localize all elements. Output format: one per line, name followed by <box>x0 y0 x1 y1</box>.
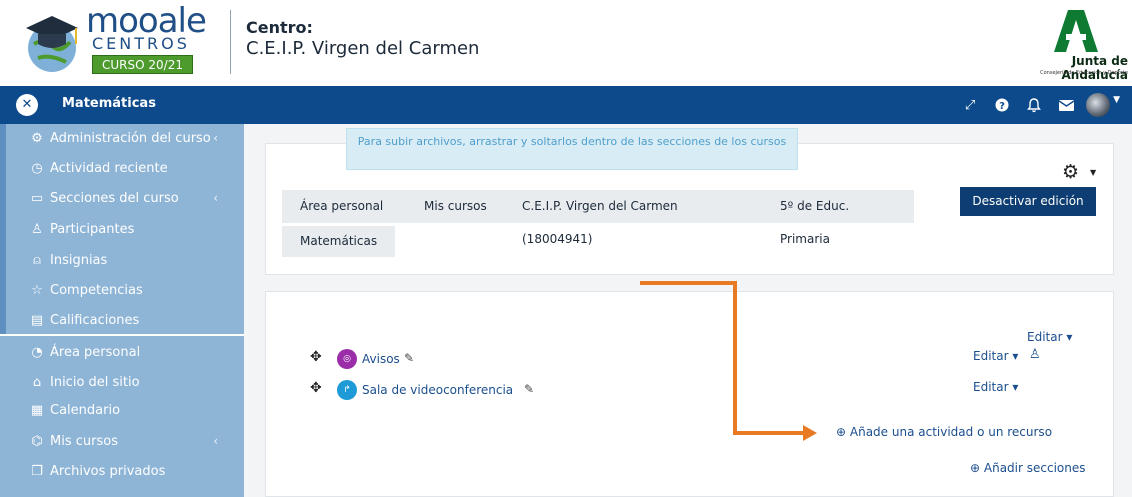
breadcrumb-ceip[interactable]: C.E.I.P. Virgen del Carmen (18004941) <box>504 190 762 246</box>
annotation-arrow-segment <box>733 281 737 434</box>
help-icon[interactable]: ? <box>986 92 1018 118</box>
bell-icon[interactable] <box>1018 92 1050 118</box>
sidebar-item-administracion[interactable]: ⚙ Administración del curso ‹ <box>28 124 238 152</box>
breadcrumb-primaria[interactable]: 5º de Educ. Primaria <box>762 190 914 246</box>
grades-icon: ▤ <box>30 312 44 328</box>
graduation-cap-globe-icon <box>26 16 78 72</box>
user-menu-caret-icon[interactable]: ▼ <box>1113 95 1120 105</box>
move-icon[interactable]: ✥ <box>310 349 322 365</box>
junta-subtitle: Consejería de Educación y Deporte <box>1040 70 1128 76</box>
junta-andalucia-logo[interactable]: Junta de Andalucía Consejería de Educaci… <box>1018 10 1128 82</box>
plus-circle-icon: ⊕ <box>970 461 984 475</box>
person-icon[interactable]: ♙ <box>1029 347 1041 362</box>
folder-icon: ▭ <box>30 190 44 206</box>
star-icon: ☆ <box>31 282 43 298</box>
sidebar-item-area-personal[interactable]: ◔ Área personal <box>28 338 238 366</box>
sidebar-item-label: Archivos privados <box>50 463 166 479</box>
sidebar-item-label: Inicio del sitio <box>50 374 140 390</box>
gears-icon: ⚙ <box>31 130 43 146</box>
users-icon: ♙ <box>31 221 43 237</box>
sidebar-item-label: Secciones del curso <box>50 190 179 206</box>
annotation-arrow-head-icon <box>803 425 817 441</box>
sidebar-item-inicio-sitio[interactable]: ⌂ Inicio del sitio <box>28 368 238 396</box>
moodle-centros-logo[interactable]: mooale CENTROS CURSO 20/21 <box>24 4 207 78</box>
pencil-icon[interactable]: ✎ <box>404 351 414 365</box>
header-divider <box>230 10 231 74</box>
sidebar-item-mis-cursos[interactable]: ⌬ Mis cursos ‹ <box>28 427 238 455</box>
module-name-avisos[interactable]: Avisos <box>362 352 400 366</box>
logo-wordmark: mooale <box>86 1 207 41</box>
breadcrumb-area-personal[interactable]: Área personal <box>282 190 406 223</box>
sidebar-active-strip <box>0 124 6 334</box>
dropzone-tooltip: Para subir archivos, arrastrar y soltarl… <box>346 128 798 170</box>
calendar-icon: ▦ <box>30 402 44 418</box>
add-activity-link[interactable]: ⊕ Añade una actividad o un recurso <box>836 425 1052 439</box>
settings-caret-icon[interactable]: ▼ <box>1090 168 1096 177</box>
sidebar-nav: ⚙ Administración del curso ‹ ◷ Actividad… <box>0 124 244 497</box>
sidebar-item-secciones[interactable]: ▭ Secciones del curso ‹ <box>28 184 238 212</box>
sidebar-item-label: Área personal <box>50 344 141 360</box>
sidebar-item-label: Participantes <box>50 221 135 237</box>
module-edit-menu[interactable]: Editar ▾ <box>973 349 1018 363</box>
sidebar-item-label: Mis cursos <box>50 433 118 449</box>
chevron-left-icon: ‹ <box>213 131 218 145</box>
sidebar-item-competencias[interactable]: ☆ Competencias <box>28 276 238 304</box>
module-name-videoconferencia[interactable]: Sala de videoconferencia <box>362 383 513 397</box>
close-drawer-button[interactable]: ✕ <box>16 94 38 116</box>
sidebar-item-participantes[interactable]: ♙ Participantes <box>28 215 238 243</box>
navbar-course-title[interactable]: Matemáticas <box>62 96 156 111</box>
badge-icon: ⍝ <box>33 252 41 268</box>
chevron-left-icon: ‹ <box>213 191 218 205</box>
sidebar-item-calendario[interactable]: ▦ Calendario <box>28 396 238 424</box>
clock-icon: ◷ <box>31 160 43 176</box>
breadcrumb-matematicas[interactable]: Matemáticas <box>282 226 396 257</box>
sidebar-item-label: Administración del curso <box>50 130 211 146</box>
junta-a-icon <box>1054 10 1098 52</box>
plus-circle-icon: ⊕ <box>836 425 850 439</box>
logo-year-badge: CURSO 20/21 <box>92 55 193 74</box>
forum-icon: ◎ <box>337 349 357 369</box>
breadcrumb-mis-cursos[interactable]: Mis cursos <box>406 190 504 223</box>
chevron-left-icon: ‹ <box>213 434 218 448</box>
sidebar-item-label: Competencias <box>50 282 143 298</box>
dashboard-icon: ◔ <box>31 344 43 360</box>
add-activity-label: Añade una actividad o un recurso <box>849 425 1053 439</box>
sidebar-separator <box>0 334 244 336</box>
sidebar-item-label: Actividad reciente <box>50 160 168 176</box>
files-icon: ❐ <box>31 463 43 479</box>
sidebar-item-insignias[interactable]: ⍝ Insignias <box>28 246 238 274</box>
sidebar-item-actividad-reciente[interactable]: ◷ Actividad reciente <box>28 154 238 182</box>
move-icon[interactable]: ✥ <box>310 380 322 396</box>
navbar-icons: ⤢ ? ▼ <box>954 92 1120 118</box>
annotation-arrow-segment <box>640 281 736 285</box>
add-sections-link[interactable]: ⊕ Añadir secciones <box>970 461 1086 475</box>
mail-icon[interactable] <box>1050 92 1082 118</box>
user-avatar[interactable] <box>1086 93 1111 117</box>
home-icon: ⌂ <box>32 374 42 390</box>
sidebar-item-label: Calendario <box>50 402 121 418</box>
desactivar-edicion-button[interactable]: Desactivar edición <box>960 187 1096 216</box>
site-header: mooale CENTROS CURSO 20/21 Centro: C.E.I… <box>0 0 1132 86</box>
add-sections-label: Añadir secciones <box>983 461 1086 475</box>
annotation-arrow-segment <box>733 431 805 435</box>
sidebar-item-label: Calificaciones <box>50 312 140 328</box>
graduation-cap-icon: ⌬ <box>31 433 43 449</box>
sidebar-item-calificaciones[interactable]: ▤ Calificaciones <box>28 306 238 334</box>
top-navbar: ✕ Matemáticas ⤢ ? ▼ <box>0 86 1132 124</box>
pencil-icon[interactable]: ✎ <box>524 382 534 396</box>
svg-text:?: ? <box>999 101 1005 112</box>
sidebar-item-label: Insignias <box>50 252 108 268</box>
sidebar-item-archivos-privados[interactable]: ❐ Archivos privados <box>28 457 238 485</box>
centro-name: C.E.I.P. Virgen del Carmen <box>246 38 480 59</box>
videoconference-icon: ↱ <box>337 380 357 400</box>
section-edit-menu[interactable]: Editar ▾ <box>1027 330 1072 344</box>
course-settings-gear-icon[interactable]: ⚙ <box>1062 161 1079 183</box>
expand-icon[interactable]: ⤢ <box>954 92 986 118</box>
logo-subtitle: CENTROS <box>92 34 190 53</box>
junta-name: Junta de Andalucía <box>1061 54 1129 82</box>
centro-label: Centro: <box>246 18 313 37</box>
module-edit-menu[interactable]: Editar ▾ <box>973 380 1018 394</box>
